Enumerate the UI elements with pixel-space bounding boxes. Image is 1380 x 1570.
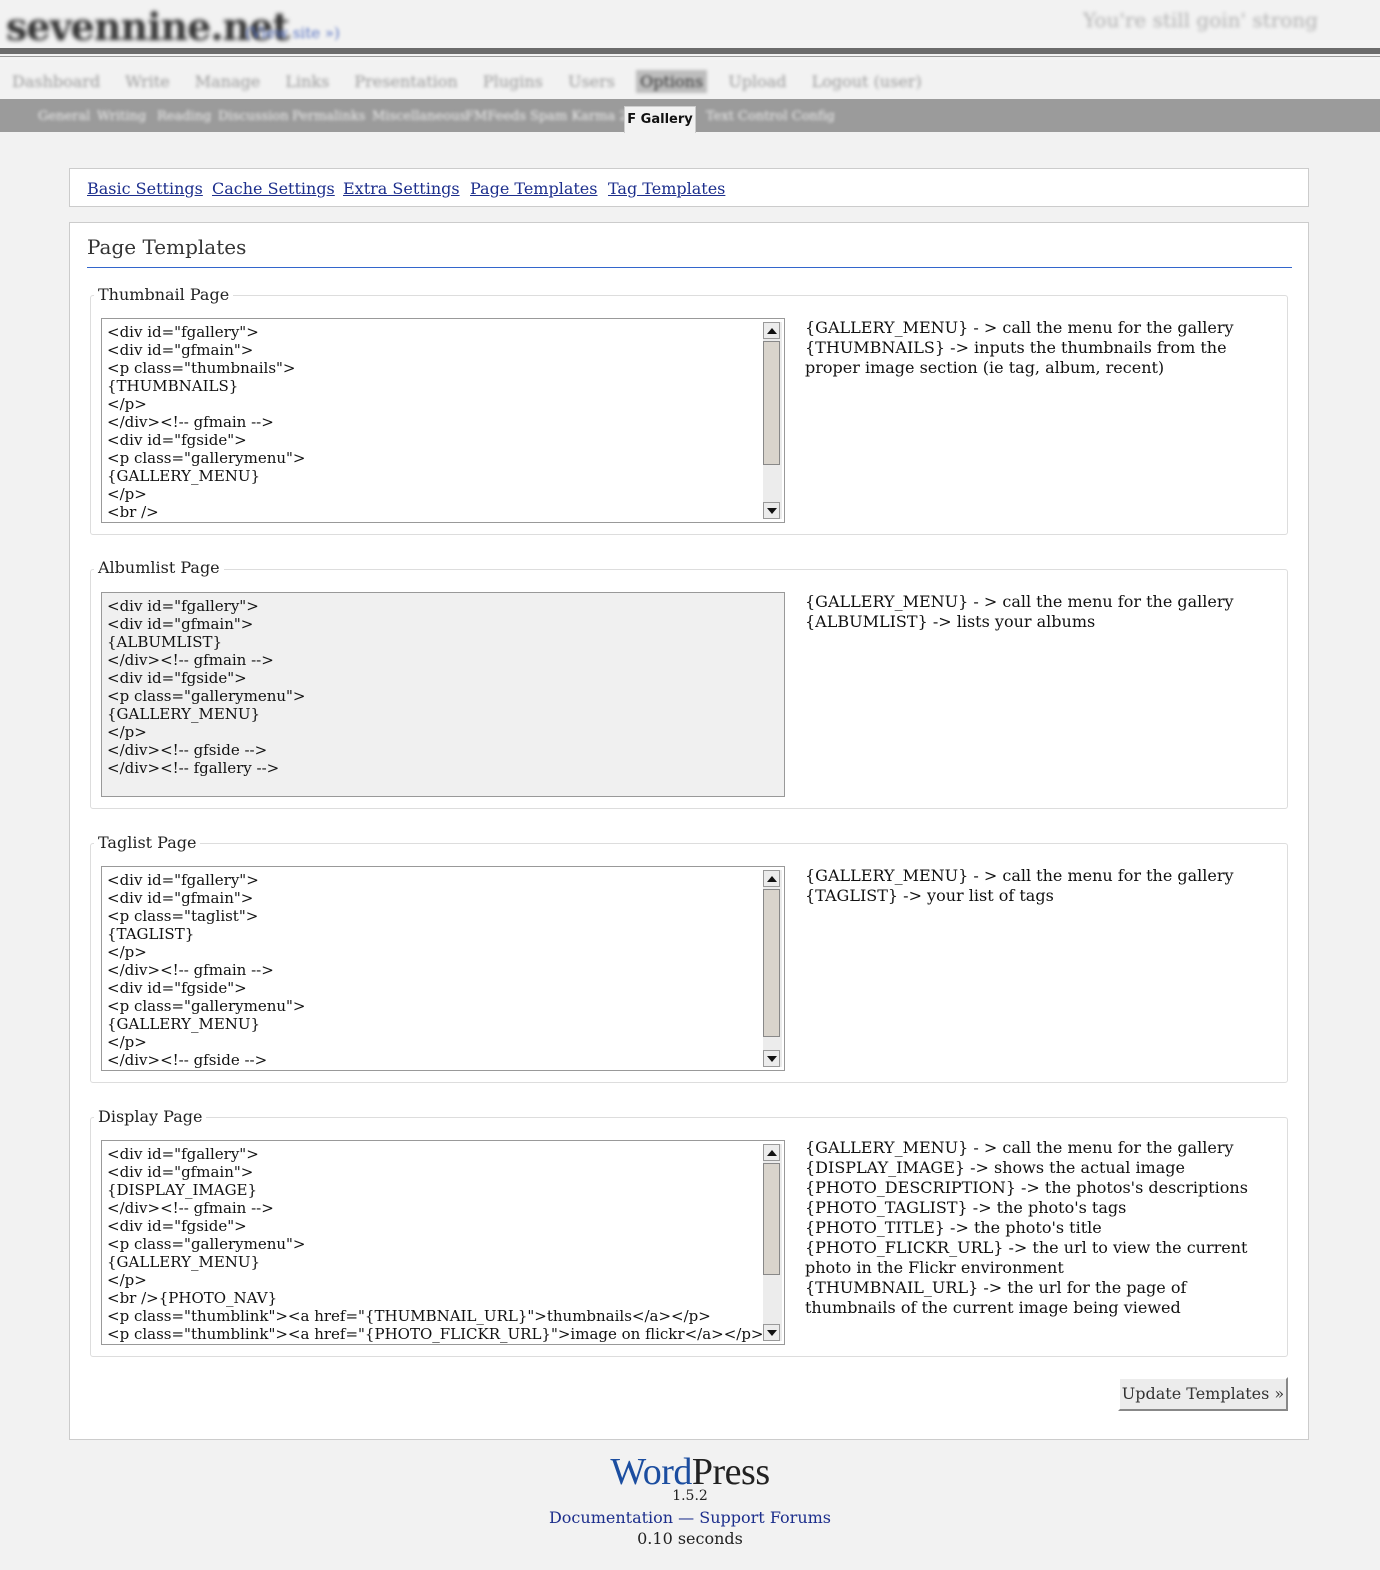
tab-basic-settings[interactable]: Basic Settings xyxy=(87,179,203,198)
menu-plugins[interactable]: Plugins xyxy=(479,70,547,93)
menu-links[interactable]: Links xyxy=(281,70,333,93)
tab-extra-settings[interactable]: Extra Settings xyxy=(343,179,460,198)
submenu-discussion[interactable]: Discussion xyxy=(218,109,289,124)
scroll-up-arrow-icon[interactable] xyxy=(763,322,780,339)
documentation-link[interactable]: Documentation xyxy=(549,1508,673,1527)
textarea-content: <div id="fgallery"> <div id="gfmain"> <p… xyxy=(107,323,306,521)
submenu-reading[interactable]: Reading xyxy=(157,109,211,124)
admin-menu: Dashboard Write Manage Links Presentatio… xyxy=(0,62,1380,98)
wordpress-version: 1.5.2 xyxy=(672,1488,708,1504)
scroll-down-arrow-icon[interactable] xyxy=(763,1324,780,1341)
description-text: {GALLERY_MENU} - > call the menu for the… xyxy=(805,318,1234,377)
section-description: {GALLERY_MENU} - > call the menu for the… xyxy=(805,318,1265,378)
view-site-link[interactable]: (View site ») xyxy=(245,24,340,42)
admin-header: sevennine.net (View site ») You're still… xyxy=(0,0,1380,50)
footer: WordPress 1.5.2 Documentation — Support … xyxy=(0,1450,1380,1548)
tab-tag-templates[interactable]: Tag Templates xyxy=(608,179,725,198)
description-text: {GALLERY_MENU} - > call the menu for the… xyxy=(805,866,1234,905)
submenu-general[interactable]: General xyxy=(38,109,90,124)
menu-write[interactable]: Write xyxy=(121,70,173,93)
options-submenu: General Writing Reading Discussion Perma… xyxy=(0,99,1380,133)
section-description: {GALLERY_MENU} - > call the menu for the… xyxy=(805,866,1265,906)
logo-press: Press xyxy=(691,1451,770,1493)
menu-manage[interactable]: Manage xyxy=(191,70,264,93)
section-title: Thumbnail Page xyxy=(94,285,234,304)
scrollbar[interactable] xyxy=(763,870,782,1067)
thumbnail-template-textarea[interactable]: <div id="fgallery"> <div id="gfmain"> <p… xyxy=(101,318,785,523)
submenu-fmfeeds[interactable]: FMFeeds xyxy=(465,109,526,124)
scroll-thumb[interactable] xyxy=(763,889,780,1037)
description-text: {GALLERY_MENU} - > call the menu for the… xyxy=(805,592,1234,631)
support-forums-link[interactable]: Support Forums xyxy=(699,1508,831,1527)
submenu-spam-karma[interactable]: Spam Karma 2 xyxy=(530,109,628,124)
submenu-f-gallery[interactable]: F Gallery xyxy=(624,106,696,133)
scroll-thumb[interactable] xyxy=(763,1163,780,1275)
description-text: {GALLERY_MENU} - > call the menu for the… xyxy=(805,1138,1248,1317)
scroll-up-arrow-icon[interactable] xyxy=(763,870,780,887)
scrollbar[interactable] xyxy=(763,1144,782,1341)
page-generation-time: 0.10 seconds xyxy=(637,1529,743,1548)
taglist-template-textarea[interactable]: <div id="fgallery"> <div id="gfmain"> <p… xyxy=(101,866,785,1071)
submenu-permalinks[interactable]: Permalinks xyxy=(292,109,365,124)
menu-dashboard[interactable]: Dashboard xyxy=(8,70,104,93)
submenu-miscellaneous[interactable]: Miscellaneous xyxy=(372,109,466,124)
tab-cache-settings[interactable]: Cache Settings xyxy=(212,179,335,198)
display-template-textarea[interactable]: <div id="fgallery"> <div id="gfmain"> {D… xyxy=(101,1140,785,1345)
textarea-content: <div id="fgallery"> <div id="gfmain"> {D… xyxy=(107,1145,764,1343)
update-templates-button[interactable]: Update Templates » xyxy=(1118,1377,1288,1411)
header-divider-thin xyxy=(0,56,1380,57)
section-title: Display Page xyxy=(94,1107,207,1126)
settings-tabs: Basic Settings Cache Settings Extra Sett… xyxy=(69,168,1309,207)
menu-options[interactable]: Options xyxy=(636,70,708,93)
menu-presentation[interactable]: Presentation xyxy=(350,70,461,93)
menu-users[interactable]: Users xyxy=(564,70,619,93)
textarea-content: <div id="fgallery"> <div id="gfmain"> <p… xyxy=(107,871,306,1069)
main-panel: Page Templates Thumbnail Page <div id="f… xyxy=(69,222,1309,1440)
logo-word: Word xyxy=(610,1451,692,1493)
submenu-text-control[interactable]: Text Control Config xyxy=(706,109,835,124)
header-quote: You're still goin' strong xyxy=(1082,8,1318,32)
scroll-up-arrow-icon[interactable] xyxy=(763,1144,780,1161)
scroll-down-arrow-icon[interactable] xyxy=(763,502,780,519)
section-description: {GALLERY_MENU} - > call the menu for the… xyxy=(805,1138,1265,1318)
scrollbar[interactable] xyxy=(763,322,782,519)
scroll-down-arrow-icon[interactable] xyxy=(763,1050,780,1067)
albumlist-template-textarea[interactable]: <div id="fgallery"> <div id="gfmain"> {A… xyxy=(101,592,785,797)
footer-links: Documentation — Support Forums xyxy=(0,1508,1380,1527)
section-title: Albumlist Page xyxy=(94,558,224,577)
section-description: {GALLERY_MENU} - > call the menu for the… xyxy=(805,592,1265,632)
page-title: Page Templates xyxy=(87,235,1292,268)
tab-page-templates[interactable]: Page Templates xyxy=(470,179,597,198)
menu-upload[interactable]: Upload xyxy=(724,70,790,93)
scroll-thumb[interactable] xyxy=(763,341,780,465)
submenu-writing[interactable]: Writing xyxy=(97,109,146,124)
header-divider xyxy=(0,48,1380,54)
textarea-content: <div id="fgallery"> <div id="gfmain"> {A… xyxy=(107,597,306,777)
footer-separator: — xyxy=(673,1508,700,1527)
section-title: Taglist Page xyxy=(94,833,201,852)
menu-logout[interactable]: Logout (user) xyxy=(808,70,926,93)
